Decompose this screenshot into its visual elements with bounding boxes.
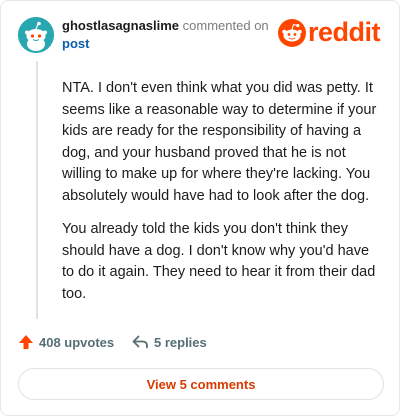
upvote-arrow-icon[interactable] xyxy=(18,334,34,350)
commented-on-text: commented on xyxy=(182,18,269,33)
view-comments-button[interactable]: View 5 comments xyxy=(18,368,384,400)
comment-paragraph-1: NTA. I don't even think what you did was… xyxy=(62,80,377,204)
thread-line xyxy=(36,61,38,319)
upvote-button[interactable]: 408 upvotes xyxy=(18,334,114,350)
comment-header: ghostlasagnaslime commented on post xyxy=(62,17,269,53)
reddit-wordmark: reddit xyxy=(308,17,381,47)
post-link[interactable]: post xyxy=(62,35,269,53)
reddit-logo[interactable]: reddit xyxy=(278,17,386,49)
snoo-avatar-icon[interactable] xyxy=(18,17,54,53)
comment-card: ghostlasagnaslime commented on post redd… xyxy=(0,0,400,416)
reply-count: 5 replies xyxy=(154,334,207,350)
comment-paragraph-2: You already told the kids you don't thin… xyxy=(62,221,376,302)
reply-arrow-icon xyxy=(132,335,148,349)
username[interactable]: ghostlasagnaslime xyxy=(62,18,179,33)
comment-body: NTA. I don't even think what you did was… xyxy=(62,78,382,317)
reddit-alien-icon xyxy=(278,19,306,47)
upvote-count: 408 upvotes xyxy=(39,334,115,350)
reply-button[interactable]: 5 replies xyxy=(132,334,207,350)
